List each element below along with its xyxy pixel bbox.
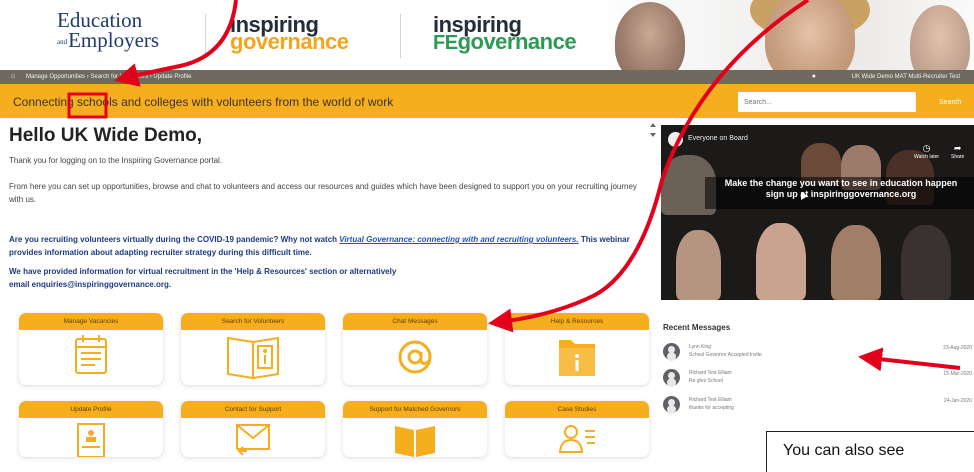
search-input[interactable] bbox=[738, 92, 916, 112]
tile-label: Chat Messages bbox=[343, 313, 487, 330]
play-icon[interactable] bbox=[801, 192, 808, 200]
tile-label: Update Profile bbox=[19, 401, 163, 418]
tile-case-studies[interactable]: Case Studies bbox=[505, 401, 649, 457]
message-date: 15-Mar-2020 bbox=[943, 371, 972, 377]
message-item[interactable]: Richard Test Elliam Re gtes School 15-Ma… bbox=[663, 368, 974, 390]
video-face bbox=[676, 230, 721, 300]
logo-ig-line2: governance bbox=[230, 29, 349, 54]
message-date: 23-Aug-2020 bbox=[943, 345, 972, 351]
tile-label: Help & Resources bbox=[505, 313, 649, 330]
description-text: From here you can set up opportunities, … bbox=[9, 182, 637, 204]
at-sign-icon bbox=[343, 330, 487, 385]
tile-contact-support[interactable]: Contact for Support bbox=[181, 401, 325, 457]
video-face bbox=[901, 225, 951, 300]
tagline: Connecting schools and colleges with vol… bbox=[13, 95, 394, 109]
tile-label: Support for Matched Governors bbox=[343, 401, 487, 418]
message-subject: School Governor Accepted Invite bbox=[689, 352, 762, 358]
inspiring-fe-governance-logo[interactable]: inspiring FEgovernance bbox=[433, 14, 577, 54]
tile-help-resources[interactable]: Help & Resources bbox=[505, 313, 649, 385]
tile-label: Search for Volunteers bbox=[181, 313, 325, 330]
message-subject: Re gtes School bbox=[689, 378, 723, 384]
avatar bbox=[663, 369, 680, 386]
webinar-link[interactable]: Virtual Governance: connecting with and … bbox=[339, 235, 578, 244]
avatar bbox=[663, 396, 680, 413]
tile-chat-messages[interactable]: Chat Messages bbox=[343, 313, 487, 385]
tile-label: Manage Vacancies bbox=[19, 313, 163, 330]
message-item[interactable]: Lynn King School Governor Accepted Invit… bbox=[663, 342, 974, 364]
logo-ee-line1: Education bbox=[57, 8, 143, 32]
open-book-info-icon bbox=[181, 330, 325, 385]
video-player[interactable]: Everyone on Board ◷ Watch later ➦ Share Ma… bbox=[661, 125, 974, 300]
logo-divider bbox=[400, 14, 401, 58]
video-face bbox=[756, 223, 806, 300]
message-sender: Richard Test Elliam bbox=[689, 370, 732, 376]
message-subject: thanks for accepting bbox=[689, 405, 734, 411]
home-icon[interactable]: ⌂ bbox=[11, 73, 15, 80]
book-icon bbox=[343, 418, 487, 457]
calendar-list-icon bbox=[19, 330, 163, 385]
scroll-arrows[interactable] bbox=[650, 123, 656, 145]
folder-info-icon bbox=[505, 330, 649, 385]
logo-ige-line2: FEgovernance bbox=[433, 29, 577, 54]
video-caption: Make the change you want to see in educa… bbox=[724, 178, 958, 199]
user-icon: ● bbox=[811, 73, 816, 80]
scroll-down-icon[interactable] bbox=[650, 133, 656, 137]
search-button[interactable]: Search bbox=[919, 92, 974, 112]
message-sender: Richard Test Elliam bbox=[689, 397, 732, 403]
message-sender: Lynn King bbox=[689, 344, 712, 350]
video-title[interactable]: Everyone on Board bbox=[688, 135, 748, 142]
intro-text: Thank you for logging on to the Inspirin… bbox=[9, 156, 223, 165]
covid-notice: Are you recruiting volunteers virtually … bbox=[9, 235, 630, 257]
avatar bbox=[663, 343, 680, 360]
video-face bbox=[831, 225, 881, 300]
breadcrumb[interactable]: Manage Opportunities › Search for Volunt… bbox=[26, 74, 191, 80]
scroll-up-icon[interactable] bbox=[650, 123, 656, 127]
mail-reply-icon bbox=[181, 418, 325, 457]
profile-document-icon bbox=[19, 418, 163, 457]
recent-messages-title: Recent Messages bbox=[663, 323, 731, 332]
education-employers-logo[interactable]: Education andEmployers bbox=[57, 10, 159, 52]
channel-avatar-icon[interactable] bbox=[668, 132, 683, 147]
email-link[interactable]: email enquiries@inspiringgovernance.org. bbox=[9, 280, 171, 289]
watch-later-icon[interactable]: ◷ Watch later bbox=[914, 143, 939, 160]
virtual-recruitment-notice: We have provided information for virtual… bbox=[9, 267, 397, 289]
logo-ee-line2: andEmployers bbox=[57, 28, 160, 52]
breadcrumb-bar: ⌂ Manage Opportunities › Search for Volu… bbox=[0, 70, 974, 84]
user-list-icon bbox=[505, 418, 649, 457]
logo-divider bbox=[205, 14, 206, 58]
tile-manage-vacancies[interactable]: Manage Vacancies bbox=[19, 313, 163, 385]
inspiring-governance-logo[interactable]: inspiring governance bbox=[230, 14, 349, 54]
hero-photo bbox=[590, 0, 974, 70]
tile-label: Case Studies bbox=[505, 401, 649, 418]
user-name[interactable]: UK Wide Demo MAT Multi-Recruiter Test bbox=[852, 74, 960, 80]
tile-label: Contact for Support bbox=[181, 401, 325, 418]
annotation-callout: You can also see bbox=[766, 431, 974, 472]
tile-support-matched-governors[interactable]: Support for Matched Governors bbox=[343, 401, 487, 457]
hero-face-man bbox=[615, 2, 685, 70]
tile-search-volunteers[interactable]: Search for Volunteers bbox=[181, 313, 325, 385]
share-icon[interactable]: ➦ Share bbox=[951, 143, 964, 160]
message-item[interactable]: Richard Test Elliam thanks for accepting… bbox=[663, 395, 974, 417]
logo-bar: Education andEmployers inspiring governa… bbox=[0, 0, 974, 70]
message-date: 24-Jan-2020 bbox=[943, 398, 972, 404]
hero-face-right bbox=[910, 5, 970, 70]
hero-face-woman bbox=[765, 0, 855, 70]
tile-update-profile[interactable]: Update Profile bbox=[19, 401, 163, 457]
page-title: Hello UK Wide Demo, bbox=[9, 125, 203, 146]
